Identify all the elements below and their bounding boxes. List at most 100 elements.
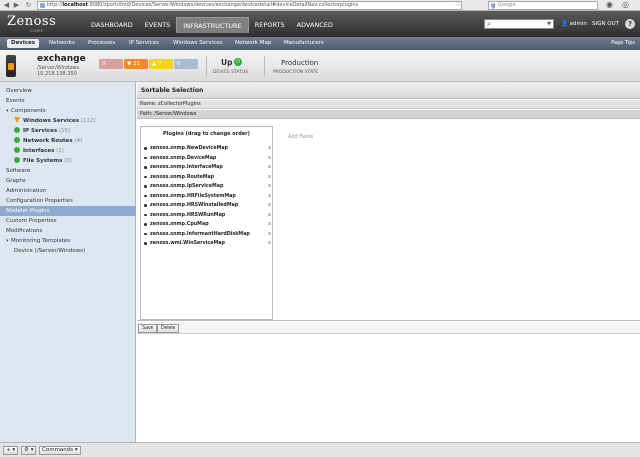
production-state-value[interactable]: Production [281,59,318,67]
subnav-network-map[interactable]: Network Map [235,39,271,48]
status-ok-icon [14,137,20,143]
status-ok-icon [14,127,20,133]
button-bar: Save Delete [137,322,640,334]
warning-event-count[interactable]: ▲ 7 [149,59,173,69]
page-tips-link[interactable]: Page Tips [611,39,635,48]
remove-icon[interactable]: x [268,211,271,220]
list-item[interactable]: zenoss.snmp.DeviceMap x [143,154,271,163]
plugin-list: Plugins (drag to change order) zenoss.sn… [140,126,273,320]
list-item[interactable]: zenoss.wmi.WinServiceMap x [143,239,271,248]
zenoss-logo[interactable]: Zenoss [7,14,56,29]
list-item[interactable]: zenoss.snmp.HRSWRunMap x [143,211,271,220]
chevron-down-icon[interactable]: ▼ [547,20,551,28]
browser-search-box[interactable]: g Google [488,1,598,10]
event-rainbow[interactable]: 0 ▼ 21 ▲ 7 0 [99,59,199,69]
add-icon: + [6,447,11,453]
sidebar-item-administration[interactable]: Administration [0,186,136,196]
sidebar-item-components[interactable]: ▾ Components [0,106,136,116]
add-fields-area[interactable]: Add Fields [288,134,313,140]
sidebar-item-modifications[interactable]: Modifications [0,226,136,236]
sidebar-item-interfaces[interactable]: Interfaces (2) [0,146,136,156]
list-item[interactable]: zenoss.snmp.IpServiceMap x [143,182,271,191]
signout-link[interactable]: SIGN OUT [592,19,619,29]
status-ok-icon [14,147,20,153]
gear-button[interactable]: ⚙ ▾ [21,446,37,455]
remove-icon[interactable]: x [268,220,271,229]
back-icon[interactable]: ◀ [2,1,11,10]
user-menu[interactable]: 👤 admin [561,19,587,29]
sidebar-item-windows-services[interactable]: Windows Services (112) [0,116,136,126]
subnav-windows-services[interactable]: Windows Services [173,39,223,48]
add-button[interactable]: + ▾ [3,446,19,455]
sidebar-item-configuration-properties[interactable]: Configuration Properties [0,196,136,206]
error-event-count[interactable]: ▼ 21 [124,59,148,69]
remove-icon[interactable]: x [268,144,271,153]
sidebar-item-overview[interactable]: Overview [0,86,136,96]
nav-dashboard[interactable]: DASHBOARD [85,17,139,33]
list-item[interactable]: zenoss.snmp.InterfaceMap x [143,163,271,172]
reload-icon[interactable]: ↻ [24,1,33,10]
nav-events[interactable]: EVENTS [139,17,177,33]
chevron-down-icon: ▾ [30,447,34,453]
gear-icon: ⚙ [24,447,29,453]
panel-title: Sortable Selection [137,82,640,99]
list-item[interactable]: zenoss.snmp.CpuMap x [143,220,271,229]
subnav-devices[interactable]: Devices [7,39,40,48]
subnav-processes[interactable]: Processes [88,39,115,48]
delete-button[interactable]: Delete [157,324,180,333]
help-icon[interactable]: ? [625,19,635,29]
remove-icon[interactable]: x [268,230,271,239]
sidebar-item-monitoring-templates[interactable]: ▾ Monitoring Templates [0,236,136,246]
list-item[interactable]: zenoss.snmp.HRSWInstalledMap x [143,201,271,210]
forward-icon[interactable]: ▶ [12,1,21,10]
commands-button[interactable]: Commands ▾ [39,446,81,455]
sidebar-item-modeler-plugins[interactable]: Modeler Plugins [0,206,136,216]
property-name: Name: zCollectorPlugins [137,100,640,109]
sidebar-item-graphs[interactable]: Graphs [0,176,136,186]
remove-icon[interactable]: x [268,163,271,172]
divider [206,56,207,76]
subnav-ip-services[interactable]: IP Services [129,39,159,48]
nav-advanced[interactable]: ADVANCED [291,17,339,33]
chevron-down-icon: ▾ [12,447,16,453]
menu-icon[interactable]: ◎ [622,0,629,9]
remove-icon[interactable]: x [268,182,271,191]
critical-event-count[interactable]: 0 [99,59,123,69]
sidebar-item-file-systems[interactable]: File Systems (3) [0,156,136,166]
addon-icon[interactable]: ◉ [606,0,613,9]
device-status-value: Up [221,58,233,67]
subnav-manufacturers[interactable]: Manufacturers [284,39,324,48]
list-item[interactable]: zenoss.snmp.RouteMap x [143,173,271,182]
google-icon: g [491,2,496,9]
subnav-networks[interactable]: Networks [49,39,75,48]
search-input[interactable]: ⌕ ▼ [484,19,554,29]
sidebar-item-ip-services[interactable]: IP Services (15) [0,126,136,136]
save-button[interactable]: Save [138,324,158,333]
favicon-icon [40,3,45,8]
logo-subtitle: CORE [30,29,44,33]
sub-nav: Devices Networks Processes IP Services W… [0,37,640,50]
remove-icon[interactable]: x [268,239,271,248]
sidebar-item-device-template[interactable]: Device (/Server/Windows) [0,246,136,256]
sidebar-item-custom-properties[interactable]: Custom Properties [0,216,136,226]
sidebar-item-network-routes[interactable]: Network Routes (4) [0,136,136,146]
address-bar[interactable]: http://localhost:8080/zport/dmd/Devices/… [37,1,462,10]
list-item[interactable]: zenoss.snmp.HRFileSystemMap x [143,192,271,201]
sidebar-item-events[interactable]: Events [0,96,136,106]
nav-reports[interactable]: REPORTS [249,17,291,33]
nav-infrastructure[interactable]: INFRASTRUCTURE [176,17,249,33]
device-header: exchange /Server/Windows 10.218.138.250 … [0,50,640,82]
list-item[interactable]: zenoss.snmp.NewDeviceMap x [143,144,271,153]
remove-icon[interactable]: x [268,173,271,182]
remove-icon[interactable]: x [268,201,271,210]
list-item[interactable]: zenoss.snmp.InformantHardDiskMap x [143,230,271,239]
sidebar-item-software[interactable]: Software [0,166,136,176]
sortable-area: Plugins (drag to change order) zenoss.sn… [137,120,640,321]
bookmark-star-icon[interactable]: ☆ [455,0,461,8]
remove-icon[interactable]: x [268,154,271,163]
main-nav: DASHBOARD EVENTS INFRASTRUCTURE REPORTS … [85,17,339,33]
info-event-count[interactable]: 0 [174,59,198,69]
remove-icon[interactable]: x [268,192,271,201]
status-ok-icon [14,157,20,163]
device-name: exchange [37,54,86,64]
